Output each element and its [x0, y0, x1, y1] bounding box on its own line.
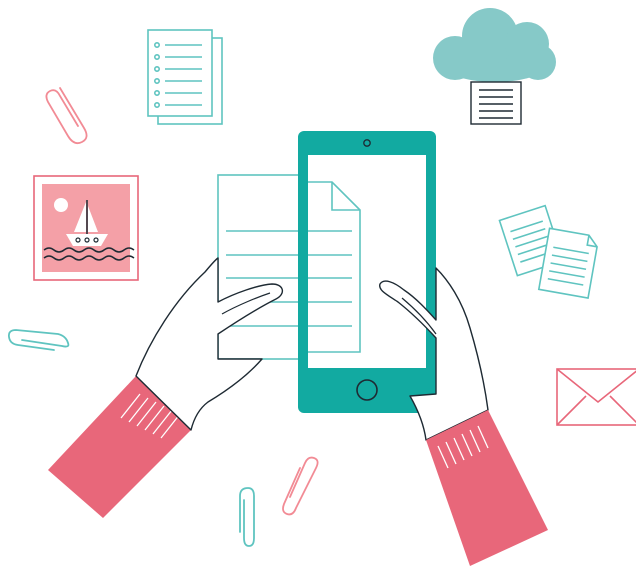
paperclip-icon: [282, 456, 319, 516]
illustration-canvas: [7, 8, 636, 566]
cloud-storage-icon: [433, 8, 556, 125]
photo-frame-icon: [33, 175, 139, 281]
smartphone-icon: [298, 131, 436, 413]
paperclip-icon: [7, 329, 70, 351]
envelope-icon: [556, 368, 636, 426]
hand-icon: [48, 257, 283, 518]
right-sleeve: [426, 410, 548, 566]
screen-document: [308, 181, 361, 353]
paperclip-icon: [45, 87, 88, 145]
paperclip-icon: [239, 487, 255, 547]
cloud-document: [470, 81, 522, 125]
checklist-document-icon: [147, 29, 223, 125]
illustration-scene: [0, 0, 636, 569]
documents-stack-icon: [498, 204, 598, 299]
